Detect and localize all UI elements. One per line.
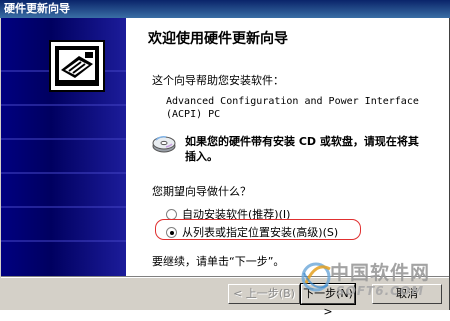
hardware-card-icon — [49, 40, 105, 92]
device-name-line2: (ACPI) PC — [166, 109, 221, 120]
wizard-question: 您期望向导做什么？ — [152, 185, 251, 198]
watermark-url: SOFT6.COM — [336, 284, 425, 298]
continue-note: 要继续，请单击“下一步”。 — [152, 255, 285, 268]
wizard-intro: 这个向导帮助您安装软件： — [152, 74, 284, 87]
wizard-banner — [1, 18, 126, 276]
cd-disk-icon — [152, 136, 176, 153]
option-manual-install-label: 从列表或指定位置安装(高级)(S) — [182, 226, 339, 239]
watermark-title: 中国软件网 — [330, 262, 431, 284]
radio-manual-install[interactable] — [166, 226, 177, 238]
option-manual-install[interactable]: 从列表或指定位置安装(高级)(S) — [166, 224, 338, 240]
device-name: Advanced Configuration and Power Interfa… — [166, 95, 419, 121]
window-title: 硬件更新向导 — [4, 2, 70, 15]
cd-insert-note: 如果您的硬件带有安装 CD 或软盘，请现在将其插入。 — [185, 135, 419, 163]
window-titlebar[interactable]: 硬件更新向导 — [0, 0, 450, 18]
back-button[interactable]: < 上一步(B) — [228, 284, 300, 304]
radio-auto-install[interactable] — [166, 208, 177, 220]
device-name-line1: Advanced Configuration and Power Interfa… — [166, 96, 419, 107]
wizard-heading: 欢迎使用硬件更新向导 — [148, 31, 288, 47]
